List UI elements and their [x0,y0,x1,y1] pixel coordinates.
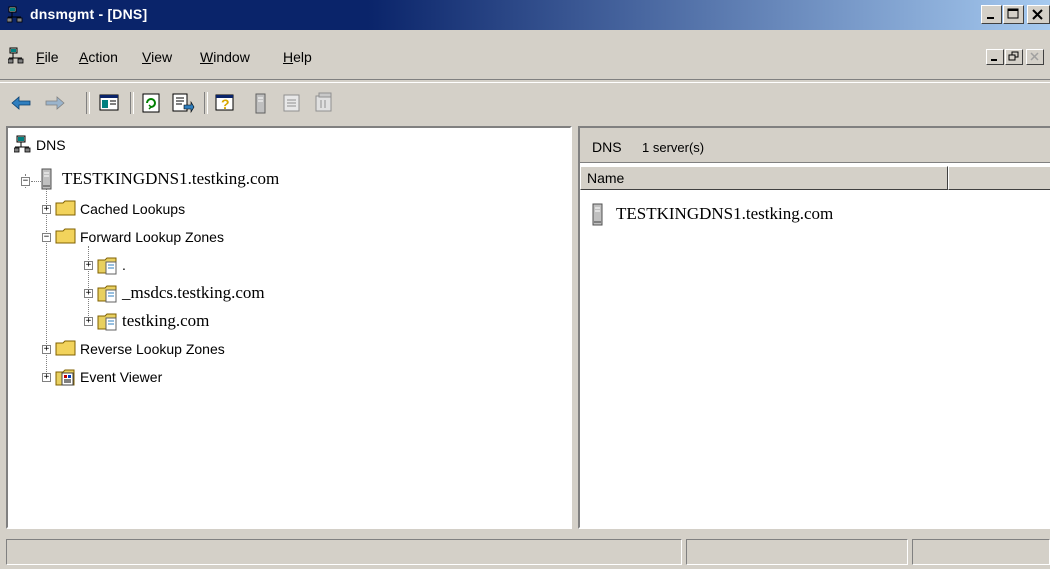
expand-toggle[interactable]: + [84,289,93,298]
window-close-button[interactable] [1027,5,1050,24]
properties-button[interactable] [278,90,306,116]
tree-label: DNS [36,137,66,153]
zone-icon [97,283,119,306]
show-hide-console-tree-button[interactable] [95,90,123,116]
details-count: 1 server(s) [642,140,705,155]
tree-label: Cached Lookups [80,201,186,217]
toolbar-separator [86,92,90,114]
server-icon [40,167,54,194]
title-bar[interactable]: dnsmgmt - [DNS] [0,0,1050,30]
tree-label: Event Viewer [80,369,163,385]
details-header: DNS 1 server(s) [580,128,1050,163]
window-title: dnsmgmt - [DNS] [30,6,148,22]
event-viewer-icon [55,367,77,390]
mdi-close-button[interactable] [1026,49,1044,65]
menu-toolbar-divider [0,79,1050,83]
back-button[interactable] [8,90,36,116]
menu-action[interactable]: Action [79,49,118,65]
help-icon: ? [215,94,234,112]
menu-bar: File Action View Window Help [0,41,1050,71]
expand-toggle[interactable]: + [84,261,93,270]
server-icon [255,93,266,114]
tree-label: Forward Lookup Zones [80,229,224,245]
details-title: DNS [592,139,622,155]
collapse-toggle[interactable]: − [42,233,51,242]
help-button[interactable]: ? [211,90,239,116]
mdi-restore-button[interactable] [1005,49,1023,65]
console-tree-pane[interactable]: DNS − TESTKINGDNS1.testking.com + Cached… [6,126,572,529]
tree-label: . [122,257,126,273]
toolbar-separator [204,92,208,114]
collapse-toggle[interactable]: − [21,177,30,186]
zone-icon [97,311,119,334]
expand-toggle[interactable]: + [42,345,51,354]
console-tree-icon [99,94,119,111]
folder-icon [55,199,77,220]
expand-toggle[interactable]: + [84,317,93,326]
tree-label: TESTKINGDNS1.testking.com [62,169,280,188]
mdi-minimize-button[interactable] [986,49,1004,65]
status-bar [0,536,1050,569]
folder-icon [55,227,77,248]
list-column-headers: Name [580,166,1050,190]
column-header-name[interactable]: Name [580,166,948,190]
menu-window[interactable]: Window [200,49,250,65]
tree-label: _msdcs.testking.com [122,283,265,302]
details-pane[interactable]: DNS 1 server(s) Name TESTKINGDNS1.testki… [578,126,1050,529]
menu-help[interactable]: Help [283,49,312,65]
refresh-button[interactable] [137,90,165,116]
tree-label: testking.com [122,311,210,330]
window-minimize-button[interactable] [981,5,1002,24]
tree-connector [88,246,89,318]
server-button[interactable] [246,90,274,116]
dns-root-icon [13,135,34,158]
folder-icon [55,339,77,360]
window-maximize-button[interactable] [1003,5,1024,24]
expand-toggle[interactable]: + [42,373,51,382]
refresh-icon [142,93,160,113]
forward-arrow-icon [45,96,65,110]
forward-button[interactable] [40,90,68,116]
toolbar-separator [130,92,134,114]
mdi-child-icon[interactable] [7,47,26,68]
status-cell-main [6,539,682,565]
dns-console-icon [6,6,25,27]
delete-button[interactable] [310,90,338,116]
column-header-empty[interactable] [948,166,1050,190]
export-list-icon [172,93,195,114]
server-icon [590,202,606,231]
toolbar: ? [0,86,1050,120]
properties-icon [283,94,300,112]
menu-view[interactable]: View [142,49,172,65]
svg-text:?: ? [221,96,230,112]
status-cell-3 [912,539,1050,565]
tree-label: Reverse Lookup Zones [80,341,225,357]
back-arrow-icon [11,96,31,110]
export-list-button[interactable] [168,90,196,116]
expand-toggle[interactable]: + [42,205,51,214]
zone-icon [97,255,119,278]
list-item-label: TESTKINGDNS1.testking.com [616,204,834,223]
delete-icon [315,92,332,112]
menu-file[interactable]: File [36,49,59,65]
status-cell-2 [686,539,908,565]
